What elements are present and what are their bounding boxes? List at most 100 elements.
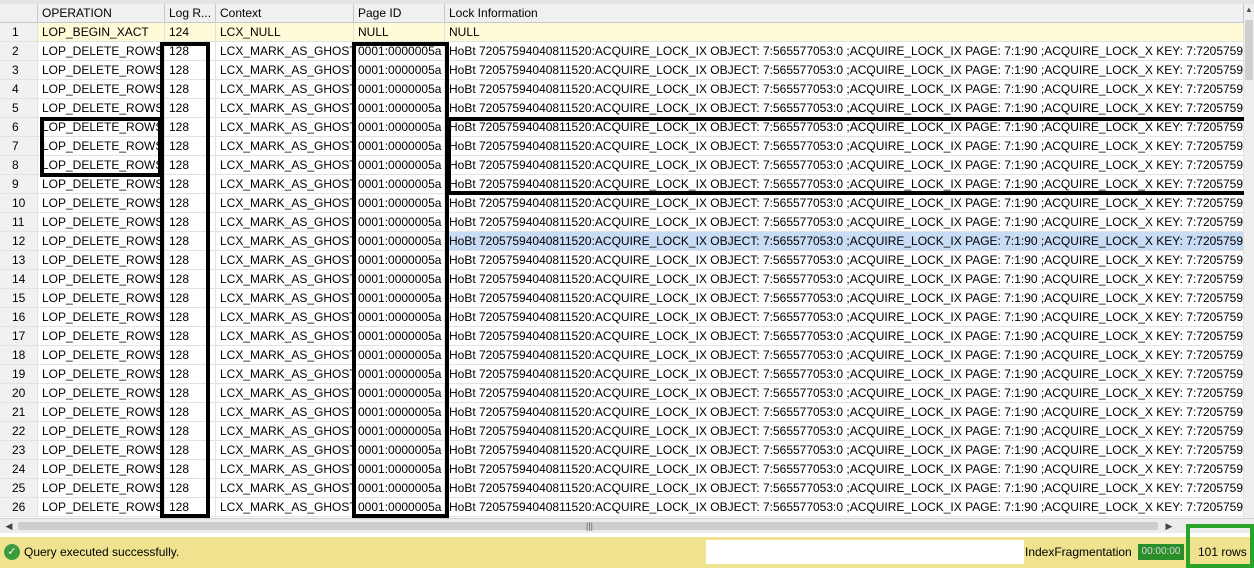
lock-information-cell[interactable]: HoBt 72057594040811520:ACQUIRE_LOCK_IX O…: [445, 498, 1244, 517]
page-id-cell[interactable]: 0001:0000005a: [354, 42, 445, 61]
context-cell[interactable]: LCX_MARK_AS_GHOST: [216, 137, 354, 156]
lock-information-cell[interactable]: HoBt 72057594040811520:ACQUIRE_LOCK_IX O…: [445, 308, 1244, 327]
row-number-cell[interactable]: 16: [0, 308, 38, 327]
context-cell[interactable]: LCX_MARK_AS_GHOST: [216, 270, 354, 289]
context-cell[interactable]: LCX_MARK_AS_GHOST: [216, 441, 354, 460]
log-record-length-cell[interactable]: 128: [165, 232, 216, 251]
context-cell[interactable]: LCX_MARK_AS_GHOST: [216, 194, 354, 213]
lock-information-cell[interactable]: HoBt 72057594040811520:ACQUIRE_LOCK_IX O…: [445, 251, 1244, 270]
row-number-cell[interactable]: 5: [0, 99, 38, 118]
operation-cell[interactable]: LOP_DELETE_ROWS: [38, 61, 165, 80]
row-number-cell[interactable]: 2: [0, 42, 38, 61]
log-record-length-cell[interactable]: 128: [165, 213, 216, 232]
lock-information-cell[interactable]: HoBt 72057594040811520:ACQUIRE_LOCK_IX O…: [445, 441, 1244, 460]
table-row[interactable]: 8 LOP_DELETE_ROWS 128 LCX_MARK_AS_GHOST 0001…: [0, 156, 1244, 175]
context-cell[interactable]: LCX_MARK_AS_GHOST: [216, 80, 354, 99]
table-row[interactable]: 4 LOP_DELETE_ROWS 128 LCX_MARK_AS_GHOST 0001…: [0, 80, 1244, 99]
log-record-length-cell[interactable]: 128: [165, 403, 216, 422]
log-record-length-cell[interactable]: 128: [165, 42, 216, 61]
operation-cell[interactable]: LOP_DELETE_ROWS: [38, 42, 165, 61]
operation-cell[interactable]: LOP_DELETE_ROWS: [38, 194, 165, 213]
table-row[interactable]: 21 LOP_DELETE_ROWS 128 LCX_MARK_AS_GHOST 000…: [0, 403, 1244, 422]
operation-cell[interactable]: LOP_DELETE_ROWS: [38, 99, 165, 118]
table-row[interactable]: 19 LOP_DELETE_ROWS 128 LCX_MARK_AS_GHOST 000…: [0, 365, 1244, 384]
log-record-length-cell[interactable]: 128: [165, 118, 216, 137]
row-number-cell[interactable]: 11: [0, 213, 38, 232]
context-cell[interactable]: LCX_MARK_AS_GHOST: [216, 175, 354, 194]
log-record-length-cell[interactable]: 128: [165, 441, 216, 460]
lock-information-cell[interactable]: HoBt 72057594040811520:ACQUIRE_LOCK_IX O…: [445, 194, 1244, 213]
table-row[interactable]: 10 LOP_DELETE_ROWS 128 LCX_MARK_AS_GHOST 000…: [0, 194, 1244, 213]
lock-information-cell[interactable]: HoBt 72057594040811520:ACQUIRE_LOCK_IX O…: [445, 232, 1244, 251]
page-id-cell[interactable]: 0001:0000005a: [354, 251, 445, 270]
header-context[interactable]: Context: [216, 4, 354, 22]
vertical-scroll-thumb[interactable]: [1245, 20, 1253, 80]
table-row[interactable]: 1 LOP_BEGIN_XACT 124 LCX_NULL NULL NULL: [0, 23, 1244, 42]
context-cell[interactable]: LCX_NULL: [216, 23, 354, 42]
page-id-cell[interactable]: 0001:0000005a: [354, 308, 445, 327]
page-id-cell[interactable]: 0001:0000005a: [354, 498, 445, 517]
page-id-cell[interactable]: 0001:0000005a: [354, 194, 445, 213]
log-record-length-cell[interactable]: 128: [165, 460, 216, 479]
header-lock-information[interactable]: Lock Information: [445, 4, 1244, 22]
table-row[interactable]: 14 LOP_DELETE_ROWS 128 LCX_MARK_AS_GHOST 000…: [0, 270, 1244, 289]
row-number-cell[interactable]: 23: [0, 441, 38, 460]
row-number-cell[interactable]: 18: [0, 346, 38, 365]
table-row[interactable]: 5 LOP_DELETE_ROWS 128 LCX_MARK_AS_GHOST 0001…: [0, 99, 1244, 118]
context-cell[interactable]: LCX_MARK_AS_GHOST: [216, 498, 354, 517]
table-row[interactable]: 16 LOP_DELETE_ROWS 128 LCX_MARK_AS_GHOST 000…: [0, 308, 1244, 327]
row-number-cell[interactable]: 25: [0, 479, 38, 498]
row-number-cell[interactable]: 3: [0, 61, 38, 80]
row-number-cell[interactable]: 14: [0, 270, 38, 289]
table-row[interactable]: 3 LOP_DELETE_ROWS 128 LCX_MARK_AS_GHOST 0001…: [0, 61, 1244, 80]
log-record-length-cell[interactable]: 128: [165, 422, 216, 441]
context-cell[interactable]: LCX_MARK_AS_GHOST: [216, 61, 354, 80]
page-id-cell[interactable]: 0001:0000005a: [354, 137, 445, 156]
page-id-cell[interactable]: 0001:0000005a: [354, 213, 445, 232]
row-number-cell[interactable]: 10: [0, 194, 38, 213]
log-record-length-cell[interactable]: 128: [165, 289, 216, 308]
context-cell[interactable]: LCX_MARK_AS_GHOST: [216, 403, 354, 422]
context-cell[interactable]: LCX_MARK_AS_GHOST: [216, 232, 354, 251]
operation-cell[interactable]: LOP_DELETE_ROWS: [38, 270, 165, 289]
operation-cell[interactable]: LOP_DELETE_ROWS: [38, 460, 165, 479]
context-cell[interactable]: LCX_MARK_AS_GHOST: [216, 365, 354, 384]
lock-information-cell[interactable]: HoBt 72057594040811520:ACQUIRE_LOCK_IX O…: [445, 479, 1244, 498]
context-cell[interactable]: LCX_MARK_AS_GHOST: [216, 156, 354, 175]
lock-information-cell[interactable]: HoBt 72057594040811520:ACQUIRE_LOCK_IX O…: [445, 327, 1244, 346]
page-id-cell[interactable]: 0001:0000005a: [354, 422, 445, 441]
page-id-cell[interactable]: 0001:0000005a: [354, 232, 445, 251]
operation-cell[interactable]: LOP_DELETE_ROWS: [38, 441, 165, 460]
operation-cell[interactable]: LOP_DELETE_ROWS: [38, 175, 165, 194]
log-record-length-cell[interactable]: 128: [165, 270, 216, 289]
row-number-cell[interactable]: 4: [0, 80, 38, 99]
log-record-length-cell[interactable]: 128: [165, 194, 216, 213]
operation-cell[interactable]: LOP_DELETE_ROWS: [38, 498, 165, 517]
context-cell[interactable]: LCX_MARK_AS_GHOST: [216, 213, 354, 232]
log-record-length-cell[interactable]: 128: [165, 346, 216, 365]
scroll-up-arrow-icon[interactable]: ▲: [1245, 4, 1253, 16]
lock-information-cell[interactable]: HoBt 72057594040811520:ACQUIRE_LOCK_IX O…: [445, 99, 1244, 118]
page-id-cell[interactable]: 0001:0000005a: [354, 479, 445, 498]
log-record-length-cell[interactable]: 128: [165, 156, 216, 175]
log-record-length-cell[interactable]: 128: [165, 61, 216, 80]
log-record-length-cell[interactable]: 128: [165, 175, 216, 194]
operation-cell[interactable]: LOP_DELETE_ROWS: [38, 137, 165, 156]
row-number-cell[interactable]: 1: [0, 23, 38, 42]
lock-information-cell[interactable]: HoBt 72057594040811520:ACQUIRE_LOCK_IX O…: [445, 213, 1244, 232]
page-id-cell[interactable]: 0001:0000005a: [354, 175, 445, 194]
row-number-cell[interactable]: 21: [0, 403, 38, 422]
page-id-cell[interactable]: 0001:0000005a: [354, 365, 445, 384]
row-number-cell[interactable]: 17: [0, 327, 38, 346]
lock-information-cell[interactable]: HoBt 72057594040811520:ACQUIRE_LOCK_IX O…: [445, 61, 1244, 80]
row-number-cell[interactable]: 9: [0, 175, 38, 194]
page-id-cell[interactable]: 0001:0000005a: [354, 384, 445, 403]
table-row[interactable]: 15 LOP_DELETE_ROWS 128 LCX_MARK_AS_GHOST 000…: [0, 289, 1244, 308]
operation-cell[interactable]: LOP_DELETE_ROWS: [38, 327, 165, 346]
log-record-length-cell[interactable]: 128: [165, 251, 216, 270]
header-operation[interactable]: OPERATION: [38, 4, 165, 22]
operation-cell[interactable]: LOP_DELETE_ROWS: [38, 422, 165, 441]
page-id-cell[interactable]: 0001:0000005a: [354, 99, 445, 118]
log-record-length-cell[interactable]: 128: [165, 80, 216, 99]
log-record-length-cell[interactable]: 128: [165, 99, 216, 118]
